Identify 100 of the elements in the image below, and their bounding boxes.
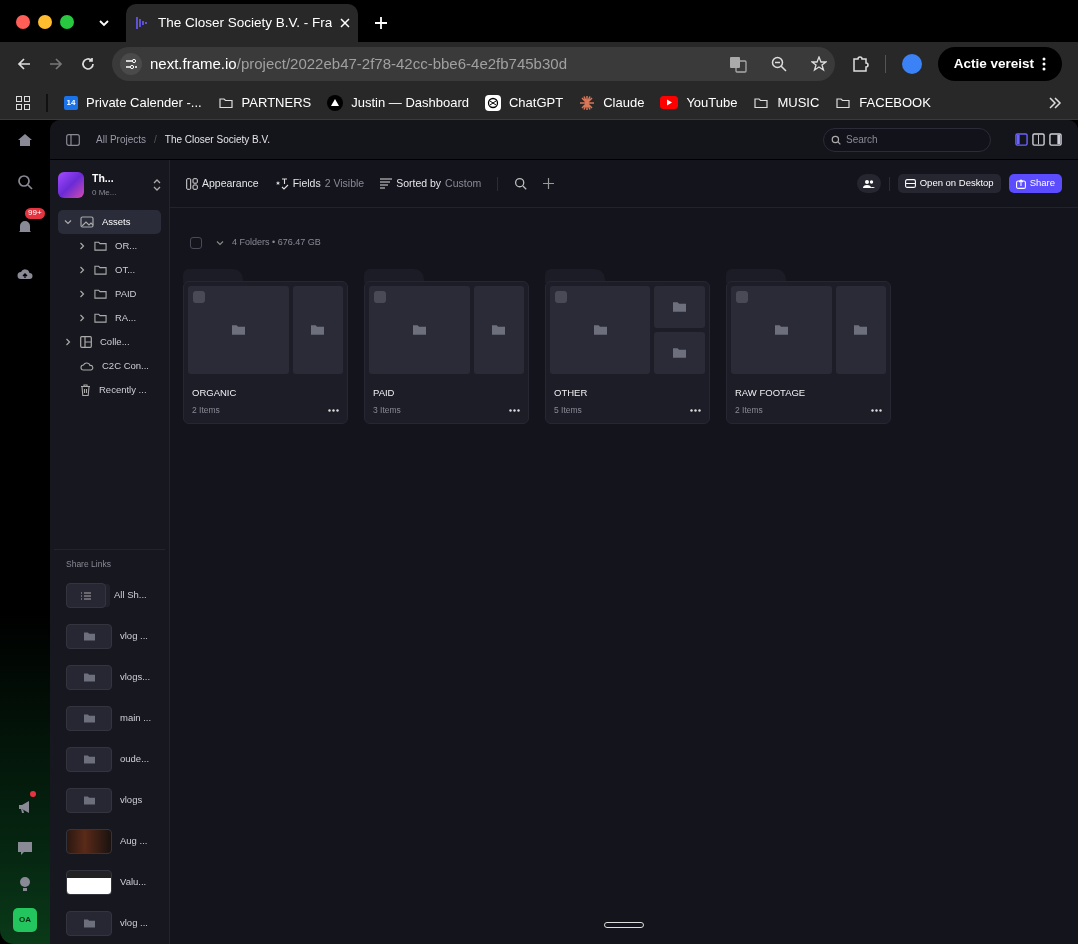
chevron-down-icon[interactable] [64,218,72,226]
screenshot-thumbnail [66,870,112,895]
share-link[interactable]: vlog ... [66,903,153,944]
bookmark-link[interactable]: PARTNERS [217,92,312,113]
select-all-checkbox[interactable] [190,236,202,249]
folder-card[interactable]: RAW FOOTAGE 2 Items [726,280,891,424]
profile-avatar[interactable] [901,54,922,74]
folder-thumbnail [66,747,112,772]
ellipsis-icon [871,409,882,413]
share-link[interactable]: oude... [66,739,153,780]
image-icon [80,216,94,228]
chevron-right-icon[interactable] [64,338,72,346]
sidebar-item[interactable]: Recently ... [58,378,161,402]
chevron-up-down-icon [153,179,161,191]
folder-icon [311,324,325,335]
translate-icon [728,55,747,73]
chevron-down-icon [216,238,224,247]
grid-icon [80,336,92,348]
fields-button[interactable]: Fields 2 Visible [274,175,365,192]
manage-people-button[interactable] [856,174,881,193]
maximize-window-button[interactable] [60,15,74,29]
sidebar-item[interactable]: OT... [58,258,161,282]
folder-icon [854,324,868,335]
video-thumbnail [66,829,112,854]
open-on-desktop-button[interactable]: Open on Desktop [897,174,1001,193]
folder-icon [94,240,107,252]
forward-arrow-icon [48,56,64,72]
share-link[interactable]: main ... [66,698,153,739]
search-field[interactable]: Search [823,127,991,152]
back-arrow-icon [16,56,32,72]
chevron-right-icon[interactable] [78,242,86,250]
bookmark-link[interactable]: MUSIC [753,92,820,113]
breadcrumb-current[interactable]: The Closer Society B.V. [164,132,271,147]
chevron-right-icon[interactable] [78,314,86,322]
search-icon [831,134,841,145]
section-title: Share Links [65,558,112,572]
minimize-window-button[interactable] [38,15,52,29]
share-link[interactable]: Valu... [66,862,153,903]
sidebar-item[interactable]: RA... [58,306,161,330]
plus-icon [543,178,555,189]
ellipsis-icon [690,409,701,413]
project-subtitle: 0 Me... [92,186,118,199]
chevron-right-icon[interactable] [78,290,86,298]
breadcrumb-link[interactable]: All Projects [96,132,146,147]
share-link[interactable]: All Sh... [66,575,153,616]
sort-button[interactable]: Sorted by Custom [380,175,482,192]
folder-icon [593,324,607,335]
bell-icon [17,218,33,235]
zoom-out-icon [770,56,787,72]
folder-card[interactable]: ORGANIC 2 Items [183,280,348,424]
notification-badge: 99+ [25,208,45,219]
folder-name: ORGANIC [192,385,238,400]
chevron-right-icon[interactable] [78,266,86,274]
reload-icon [80,56,96,72]
sidebar-toggle-icon [66,133,80,146]
share-link[interactable]: vlog ... [66,616,153,657]
ellipsis-icon [328,409,339,413]
star-check-icon [274,177,289,190]
browser-tab[interactable]: The Closer Society B.V. - Fra [126,4,358,42]
folder-icon [673,301,686,312]
search-icon [514,177,528,190]
sound-wave-icon [134,15,150,31]
user-avatar[interactable]: OA [13,908,37,932]
folder-thumbnail [66,665,112,690]
sort-lines-icon [380,178,393,189]
share-link[interactable]: Aug ... [66,821,153,862]
share-link[interactable]: vlogs... [66,657,153,698]
appearance-button[interactable]: Appearance [186,175,259,192]
share-button[interactable]: Share [1008,174,1062,193]
bookmark-link[interactable]: YouTube [660,92,738,113]
close-window-button[interactable] [16,15,30,29]
trash-icon [80,384,91,396]
bookmark-link[interactable]: FACEBOOK [835,92,931,113]
folder-card[interactable]: PAID 3 Items [364,280,529,424]
folder-icon [673,347,686,358]
sidebar-item[interactable]: PAID [58,282,161,306]
sidebar-item[interactable]: OR... [58,234,161,258]
bookmark-link[interactable]: Claude [579,92,645,113]
bookmark-link[interactable]: Justin — Dashboard [327,92,469,113]
calendar-icon: 14 [64,95,78,110]
share-link[interactable]: vlogs [66,780,153,821]
profile-button[interactable]: Actie vereist [937,47,1062,81]
tune-icon [120,53,142,75]
sidebar-item[interactable]: Assets [58,210,161,234]
project-name[interactable]: Th... [92,171,145,187]
folder-icon [94,264,107,276]
sidebar-item[interactable]: Colle... [58,330,161,354]
apps-grid-icon [16,95,30,110]
plus-icon [374,15,388,30]
folder-card[interactable]: OTHER 5 Items [545,280,710,424]
more-vertical-icon [1042,57,1046,71]
sidebar-item[interactable]: C2C Con... [58,354,161,378]
folder-thumbnail [66,911,112,936]
bookmark-link[interactable]: 14 Private Calender -... [64,92,202,113]
notification-dot [30,791,36,797]
scroll-handle[interactable] [604,922,644,928]
folder-thumbnail [66,706,112,731]
address-bar[interactable]: next.frame.io/project/2022eb47-2f78-42cc-bbe6-4e2fb745b30d [112,47,835,81]
bookmark-link[interactable]: ChatGPT [485,92,564,113]
folder-icon [94,312,107,324]
